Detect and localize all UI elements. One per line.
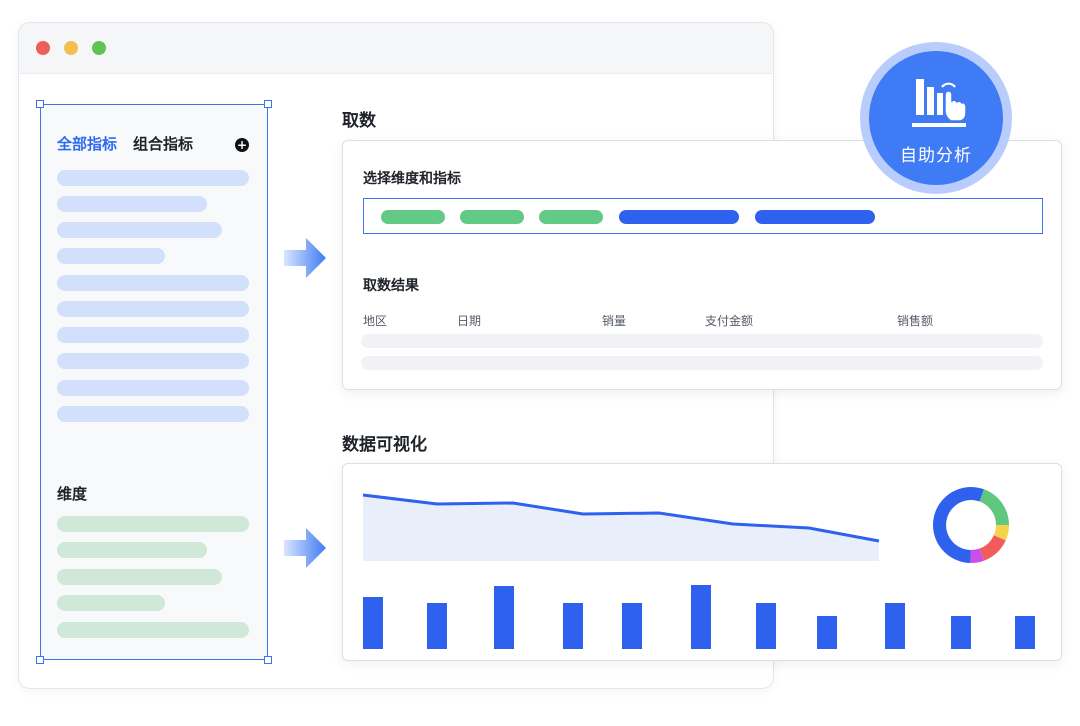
badge-label: 自助分析 (900, 146, 972, 166)
visualization-title: 数据可视化 (342, 435, 427, 455)
indicator-sidebar: 全部指标 组合指标 + 维度 (36, 100, 272, 664)
arrow-right-icon (284, 528, 326, 568)
selector-label: 选择维度和指标 (363, 171, 461, 187)
metric-tag[interactable] (755, 210, 875, 224)
dimension-item[interactable] (57, 595, 165, 611)
result-title: 取数结果 (363, 278, 419, 294)
resize-handle[interactable] (36, 656, 44, 664)
table-row[interactable] (361, 356, 1043, 370)
bar (494, 586, 514, 649)
query-title: 取数 (342, 111, 376, 131)
tab-combined-indicators[interactable]: 组合指标 (133, 133, 193, 154)
donut-slice (979, 535, 1006, 561)
self-service-analysis-icon (912, 79, 967, 127)
dimension-tag[interactable] (460, 210, 524, 224)
visualization-card (342, 463, 1062, 661)
close-button[interactable] (36, 41, 50, 55)
bar (951, 616, 971, 649)
tab-all-indicators[interactable]: 全部指标 (57, 133, 117, 154)
table-row[interactable] (361, 334, 1043, 348)
indicator-item[interactable] (57, 170, 249, 186)
column-header-region: 地区 (363, 314, 388, 328)
indicator-item[interactable] (57, 353, 249, 369)
dimension-tag[interactable] (539, 210, 603, 224)
maximize-button[interactable] (92, 41, 106, 55)
plus-circle-icon[interactable]: + (235, 138, 249, 152)
bar (885, 603, 905, 649)
bar (817, 616, 837, 649)
column-header-sales-volume: 销量 (602, 314, 627, 328)
indicator-item[interactable] (57, 380, 249, 396)
dimension-item[interactable] (57, 622, 249, 638)
dimension-item[interactable] (57, 516, 249, 532)
indicator-item[interactable] (57, 222, 222, 238)
column-header-sales-amount: 销售额 (897, 314, 934, 328)
bar (363, 597, 383, 649)
minimize-button[interactable] (64, 41, 78, 55)
self-service-analysis-badge[interactable]: 自助分析 (860, 42, 1012, 194)
resize-handle[interactable] (264, 100, 272, 108)
indicator-item[interactable] (57, 301, 249, 317)
dimension-metric-selector[interactable] (363, 198, 1043, 234)
bar (622, 603, 642, 649)
indicator-item[interactable] (57, 327, 249, 343)
badge-core: 自助分析 (869, 51, 1003, 185)
column-header-date: 日期 (457, 314, 482, 328)
metric-tag[interactable] (619, 210, 739, 224)
bar (427, 603, 447, 649)
column-header-payment-amount: 支付金额 (705, 314, 754, 328)
bar (691, 585, 711, 649)
dimension-item[interactable] (57, 542, 207, 558)
dimension-heading: 维度 (57, 485, 88, 503)
dimension-tag[interactable] (381, 210, 445, 224)
donut-slice (979, 489, 1009, 525)
resize-handle[interactable] (36, 100, 44, 108)
bar (756, 603, 776, 649)
indicator-item[interactable] (57, 248, 165, 264)
bar (1015, 616, 1035, 649)
dimension-item[interactable] (57, 569, 222, 585)
title-bar (19, 23, 773, 74)
indicator-item[interactable] (57, 406, 249, 422)
indicator-item[interactable] (57, 196, 207, 212)
arrow-right-icon (284, 238, 326, 278)
donut-chart (932, 487, 1009, 564)
resize-handle[interactable] (264, 656, 272, 664)
indicator-item[interactable] (57, 275, 249, 291)
bar (563, 603, 583, 649)
